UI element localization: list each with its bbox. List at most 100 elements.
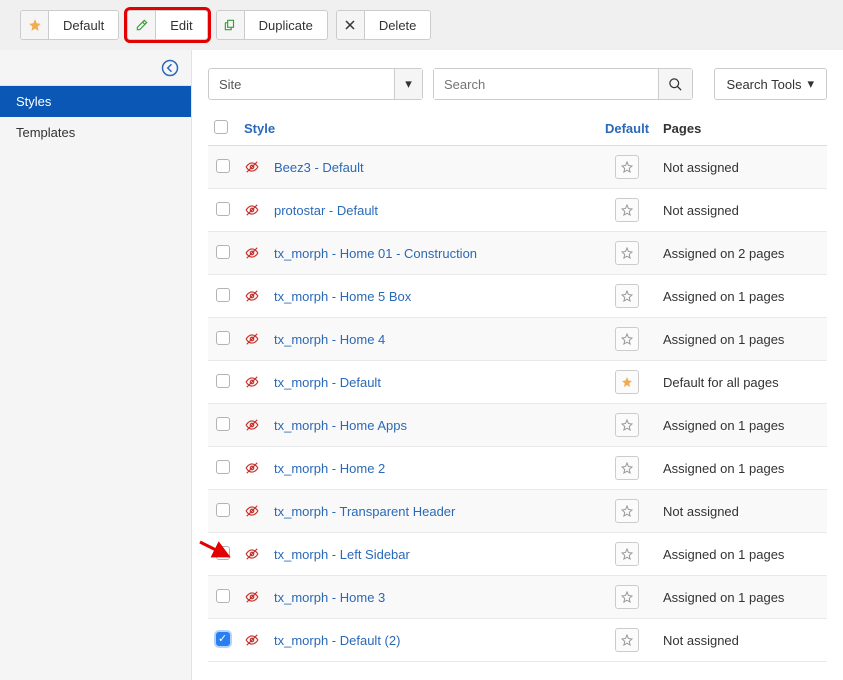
row-checkbox[interactable] xyxy=(216,632,230,646)
style-link[interactable]: protostar - Default xyxy=(274,203,378,218)
table-row: tx_morph - Home 01 - Construction Assigne… xyxy=(208,232,827,275)
search-icon xyxy=(668,77,683,92)
star-icon xyxy=(21,11,49,39)
eye-slash-icon[interactable] xyxy=(244,547,260,561)
style-link[interactable]: tx_morph - Home 3 xyxy=(274,590,385,605)
style-link[interactable]: tx_morph - Transparent Header xyxy=(274,504,455,519)
search-input[interactable] xyxy=(434,69,658,99)
eye-slash-icon[interactable] xyxy=(244,246,260,260)
search-field xyxy=(433,68,693,100)
default-button[interactable]: Default xyxy=(20,10,119,40)
row-checkbox[interactable] xyxy=(216,159,230,173)
row-checkbox[interactable] xyxy=(216,546,230,560)
table-row: protostar - Default Not assigned xyxy=(208,189,827,232)
eye-slash-icon[interactable] xyxy=(244,504,260,518)
default-star-button[interactable] xyxy=(615,542,639,566)
style-link[interactable]: Beez3 - Default xyxy=(274,160,364,175)
default-label: Default xyxy=(49,11,118,39)
style-link[interactable]: tx_morph - Left Sidebar xyxy=(274,547,410,562)
edit-label: Edit xyxy=(156,11,206,39)
sidebar-collapse[interactable] xyxy=(0,50,191,86)
pages-cell: Default for all pages xyxy=(657,361,827,404)
delete-button[interactable]: Delete xyxy=(336,10,432,40)
styles-table: Style Default Pages Beez3 - DefaultNot a… xyxy=(208,112,827,662)
style-link[interactable]: tx_morph - Default xyxy=(274,375,381,390)
sidebar-item-label: Templates xyxy=(16,125,75,140)
table-row: tx_morph - Default (2)Not assigned xyxy=(208,619,827,662)
pages-cell: Assigned on 1 pages xyxy=(657,576,827,619)
table-row: tx_morph - Home 4 Assigned on 1 pages xyxy=(208,318,827,361)
default-star-button[interactable] xyxy=(615,456,639,480)
eye-slash-icon[interactable] xyxy=(244,461,260,475)
pages-cell: Assigned on 1 pages xyxy=(657,275,827,318)
style-link[interactable]: tx_morph - Default (2) xyxy=(274,633,400,648)
default-star-button[interactable] xyxy=(615,198,639,222)
edit-icon xyxy=(128,11,156,39)
table-row: tx_morph - Home 2 Assigned on 1 pages xyxy=(208,447,827,490)
col-default[interactable]: Default xyxy=(605,121,649,136)
sidebar: Styles Templates xyxy=(0,50,192,680)
table-row: tx_morph - Home 5 Box Assigned on 1 pages xyxy=(208,275,827,318)
eye-slash-icon[interactable] xyxy=(244,160,260,174)
sidebar-item-templates[interactable]: Templates xyxy=(0,117,191,148)
duplicate-button[interactable]: Duplicate xyxy=(216,10,328,40)
eye-slash-icon[interactable] xyxy=(244,203,260,217)
row-checkbox[interactable] xyxy=(216,245,230,259)
row-checkbox[interactable] xyxy=(216,503,230,517)
chevron-down-icon: ▾ xyxy=(394,69,422,99)
row-checkbox[interactable] xyxy=(216,331,230,345)
collapse-icon xyxy=(161,59,179,77)
sidebar-item-styles[interactable]: Styles xyxy=(0,86,191,117)
select-all-checkbox[interactable] xyxy=(214,120,228,134)
copy-icon xyxy=(217,11,245,39)
default-star-button[interactable] xyxy=(615,241,639,265)
site-select[interactable]: Site ▾ xyxy=(208,68,423,100)
pages-cell: Not assigned xyxy=(657,490,827,533)
style-link[interactable]: tx_morph - Home Apps xyxy=(274,418,407,433)
main-content: Site ▾ Search Tools ▾ Style Default Page… xyxy=(192,50,843,680)
table-row: tx_morph - Transparent Header Not assigne… xyxy=(208,490,827,533)
default-star-button[interactable] xyxy=(615,284,639,308)
style-link[interactable]: tx_morph - Home 01 - Construction xyxy=(274,246,477,261)
table-row: tx_morph - Left Sidebar Assigned on 1 pag… xyxy=(208,533,827,576)
site-select-value: Site xyxy=(209,69,394,99)
eye-slash-icon[interactable] xyxy=(244,590,260,604)
col-style[interactable]: Style xyxy=(244,121,275,136)
style-link[interactable]: tx_morph - Home 4 xyxy=(274,332,385,347)
pages-cell: Not assigned xyxy=(657,189,827,232)
eye-slash-icon[interactable] xyxy=(244,633,260,647)
search-button[interactable] xyxy=(658,69,692,99)
default-star-button[interactable] xyxy=(615,499,639,523)
default-star-button[interactable] xyxy=(615,413,639,437)
toolbar: Default Edit Duplicate Delete xyxy=(0,0,843,50)
sidebar-item-label: Styles xyxy=(16,94,51,109)
default-star-button[interactable] xyxy=(615,155,639,179)
row-checkbox[interactable] xyxy=(216,288,230,302)
table-row: Beez3 - DefaultNot assigned xyxy=(208,146,827,189)
default-star-button[interactable] xyxy=(615,370,639,394)
pages-cell: Assigned on 1 pages xyxy=(657,533,827,576)
col-pages: Pages xyxy=(657,112,827,146)
style-link[interactable]: tx_morph - Home 2 xyxy=(274,461,385,476)
search-tools-button[interactable]: Search Tools ▾ xyxy=(714,68,827,100)
delete-label: Delete xyxy=(365,11,431,39)
eye-slash-icon[interactable] xyxy=(244,332,260,346)
eye-slash-icon[interactable] xyxy=(244,289,260,303)
default-star-button[interactable] xyxy=(615,585,639,609)
row-checkbox[interactable] xyxy=(216,202,230,216)
caret-down-icon: ▾ xyxy=(807,76,814,92)
pages-cell: Assigned on 1 pages xyxy=(657,447,827,490)
style-link[interactable]: tx_morph - Home 5 Box xyxy=(274,289,411,304)
default-star-button[interactable] xyxy=(615,628,639,652)
default-star-button[interactable] xyxy=(615,327,639,351)
row-checkbox[interactable] xyxy=(216,589,230,603)
close-icon xyxy=(337,11,365,39)
row-checkbox[interactable] xyxy=(216,374,230,388)
row-checkbox[interactable] xyxy=(216,460,230,474)
eye-slash-icon[interactable] xyxy=(244,375,260,389)
pages-cell: Assigned on 2 pages xyxy=(657,232,827,275)
pages-cell: Assigned on 1 pages xyxy=(657,318,827,361)
edit-button[interactable]: Edit xyxy=(127,10,207,40)
row-checkbox[interactable] xyxy=(216,417,230,431)
eye-slash-icon[interactable] xyxy=(244,418,260,432)
